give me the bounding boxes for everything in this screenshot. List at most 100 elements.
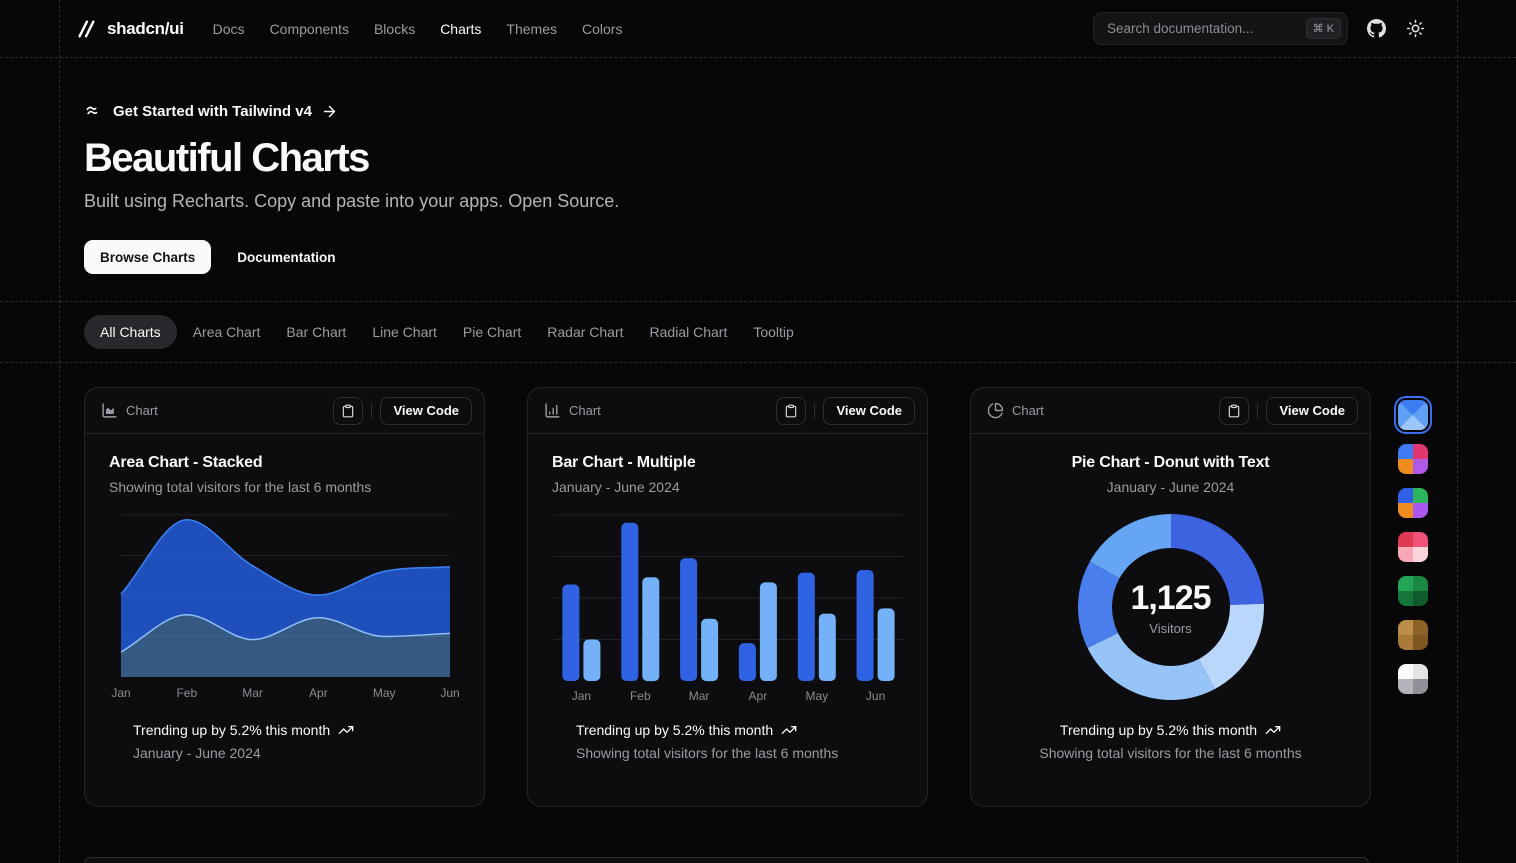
- nav-item-docs[interactable]: Docs: [213, 21, 245, 37]
- header-actions: Search documentation... ⌘ K: [1093, 12, 1426, 45]
- search-input[interactable]: Search documentation... ⌘ K: [1093, 12, 1348, 45]
- swatch-quadrant: [1398, 547, 1413, 562]
- swatch-quadrant: [1413, 503, 1428, 518]
- nav-item-components[interactable]: Components: [270, 21, 349, 37]
- theme-swatch-green[interactable]: [1398, 576, 1428, 606]
- trend-text: Trending up by 5.2% this month: [576, 722, 773, 738]
- copy-code-button[interactable]: [1219, 397, 1249, 425]
- swatch-quadrant: [1413, 620, 1428, 635]
- swatch-quadrant: [1398, 679, 1413, 694]
- card-toolbar: Chart View Code: [85, 388, 484, 434]
- swatch-quadrant: [1398, 620, 1413, 635]
- area-chart-icon: [101, 402, 118, 419]
- bar-chart[interactable]: JanFebMarAprMayJun: [552, 509, 905, 705]
- announcement-banner[interactable]: Get Started with Tailwind v4: [84, 101, 1458, 121]
- chart-card-description: January - June 2024: [552, 479, 903, 495]
- nav-item-blocks[interactable]: Blocks: [374, 21, 415, 37]
- page-subtitle: Built using Recharts. Copy and paste int…: [84, 191, 1458, 212]
- trend-text: Trending up by 5.2% this month: [1060, 722, 1257, 738]
- chart-card-title: Bar Chart - Multiple: [552, 454, 903, 472]
- copy-code-button[interactable]: [333, 397, 363, 425]
- svg-text:May: May: [373, 686, 396, 700]
- card-toolbar-label: Chart: [126, 403, 158, 418]
- view-code-button[interactable]: View Code: [1266, 397, 1358, 425]
- svg-text:Jan: Jan: [572, 689, 591, 703]
- pie-chart-icon: [987, 402, 1004, 419]
- card-bar-chart-multiple: Chart View Code Bar Chart - Multipl: [527, 387, 928, 807]
- theme-swatch-scaled-pink[interactable]: [1398, 444, 1428, 474]
- swatch-quadrant: [1413, 459, 1428, 474]
- clipboard-icon: [1227, 404, 1241, 418]
- theme-swatch-gray[interactable]: [1398, 664, 1428, 694]
- footer-caption: January - June 2024: [133, 745, 436, 761]
- tab-line-chart[interactable]: Line Chart: [359, 315, 450, 349]
- arrow-right-icon: [321, 103, 338, 120]
- nav-item-colors[interactable]: Colors: [582, 21, 622, 37]
- card-pie-chart-donut: Chart View Code Pie Chart - Donut w: [970, 387, 1371, 807]
- copy-code-button[interactable]: [776, 397, 806, 425]
- tailwind-icon: [84, 101, 104, 121]
- chart-card-title: Area Chart - Stacked: [109, 454, 460, 472]
- theme-picker-rail: [1398, 387, 1428, 807]
- search-shortcut-kbd: ⌘ K: [1306, 18, 1341, 39]
- swatch-quadrant: [1413, 488, 1428, 503]
- svg-text:Jun: Jun: [866, 689, 885, 703]
- footer-caption: Showing total visitors for the last 6 mo…: [576, 745, 879, 761]
- swatch-quadrant: [1398, 444, 1413, 459]
- svg-text:Mar: Mar: [689, 689, 710, 703]
- nav-item-themes[interactable]: Themes: [506, 21, 557, 37]
- swatch-quadrant: [1398, 576, 1413, 591]
- tab-pie-chart[interactable]: Pie Chart: [450, 315, 534, 349]
- svg-text:May: May: [805, 689, 828, 703]
- donut-chart[interactable]: [1073, 509, 1269, 705]
- view-code-button[interactable]: View Code: [380, 397, 472, 425]
- card-toolbar-label: Chart: [1012, 403, 1044, 418]
- sun-icon: [1406, 19, 1425, 38]
- theme-swatch-scaled-green[interactable]: [1398, 488, 1428, 518]
- view-code-button[interactable]: View Code: [823, 397, 915, 425]
- swatch-quadrant: [1413, 679, 1428, 694]
- swatch-quadrant: [1398, 488, 1413, 503]
- trending-up-icon: [781, 722, 797, 738]
- charts-grid-section: Chart View Code Area Chart - Stacke: [59, 363, 1458, 863]
- shadcn-logo-icon: [75, 18, 97, 40]
- tab-radial-chart[interactable]: Radial Chart: [637, 315, 741, 349]
- area-chart[interactable]: JanFebMarAprMayJun: [109, 509, 462, 705]
- documentation-button[interactable]: Documentation: [221, 240, 351, 274]
- svg-text:Jun: Jun: [440, 686, 459, 700]
- svg-text:Jan: Jan: [111, 686, 130, 700]
- tab-tooltip[interactable]: Tooltip: [740, 315, 806, 349]
- main-nav: Docs Components Blocks Charts Themes Col…: [213, 21, 623, 37]
- announcement-text: Get Started with Tailwind v4: [113, 103, 312, 120]
- brand-name: shadcn/ui: [107, 19, 184, 39]
- swatch-quadrant: [1413, 547, 1428, 562]
- trending-up-icon: [338, 722, 354, 738]
- tab-all-charts[interactable]: All Charts: [84, 315, 177, 349]
- svg-text:Feb: Feb: [630, 689, 651, 703]
- card-toolbar-label: Chart: [569, 403, 601, 418]
- github-icon: [1367, 19, 1386, 38]
- chart-card-description: January - June 2024: [995, 479, 1346, 495]
- nav-item-charts[interactable]: Charts: [440, 21, 481, 37]
- tab-bar-chart[interactable]: Bar Chart: [273, 315, 359, 349]
- swatch-quadrant: [1413, 444, 1428, 459]
- chart-card-description: Showing total visitors for the last 6 mo…: [109, 479, 460, 495]
- chart-card-title: Pie Chart - Donut with Text: [995, 454, 1346, 472]
- theme-swatch-red[interactable]: [1398, 532, 1428, 562]
- swatch-quadrant: [1398, 459, 1413, 474]
- github-button[interactable]: [1365, 18, 1387, 40]
- card-area-chart-stacked: Chart View Code Area Chart - Stacke: [84, 387, 485, 807]
- theme-swatch-amber[interactable]: [1398, 620, 1428, 650]
- tab-area-chart[interactable]: Area Chart: [180, 315, 274, 349]
- swatch-quadrant: [1413, 591, 1428, 606]
- swatch-quadrant: [1413, 635, 1428, 650]
- card-toolbar: Chart View Code: [971, 388, 1370, 434]
- theme-swatch-blue[interactable]: [1398, 400, 1428, 430]
- toolbar-divider: [371, 403, 372, 419]
- theme-toggle-button[interactable]: [1404, 18, 1426, 40]
- chart-filter-tabs: All Charts Area Chart Bar Chart Line Cha…: [0, 301, 1516, 363]
- next-card-top-edge: [84, 857, 1369, 863]
- browse-charts-button[interactable]: Browse Charts: [84, 240, 211, 274]
- brand-logo[interactable]: shadcn/ui: [75, 18, 184, 40]
- tab-radar-chart[interactable]: Radar Chart: [534, 315, 636, 349]
